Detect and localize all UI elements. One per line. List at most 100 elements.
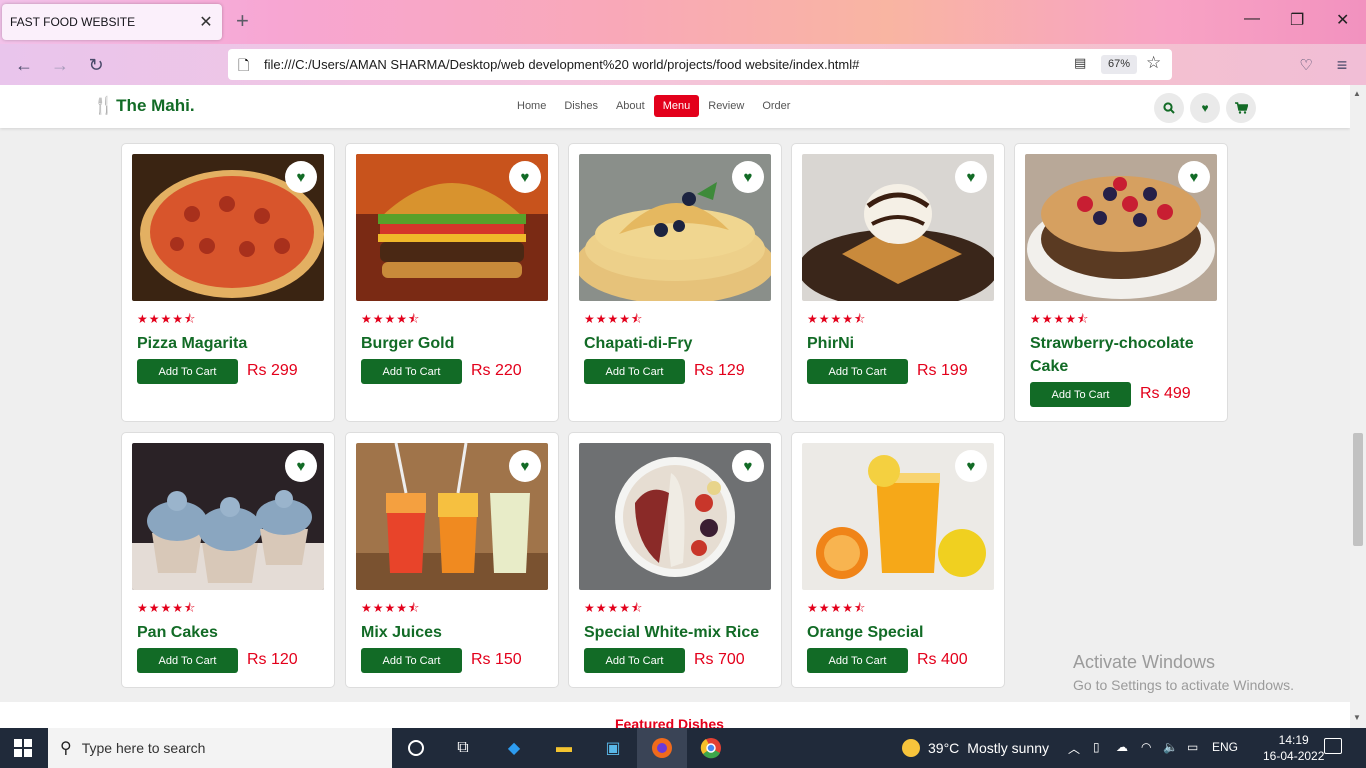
minimize-icon[interactable]: —	[1244, 10, 1260, 28]
cortana-icon[interactable]	[403, 735, 429, 761]
star-rating: ★★★★⯪	[361, 312, 421, 326]
vscode-icon[interactable]: ◆	[501, 735, 527, 761]
dish-name: Orange Special	[807, 624, 924, 641]
add-to-cart-button[interactable]: Add To Cart	[361, 359, 462, 384]
add-to-cart-button[interactable]: Add To Cart	[807, 359, 908, 384]
heart-icon[interactable]: ♥	[1178, 161, 1210, 193]
meet-now-icon[interactable]: ▯	[1093, 740, 1100, 754]
browser-tab[interactable]: FAST FOOD WEBSITE ✕	[2, 4, 222, 40]
search-icon: ⚲	[60, 740, 72, 757]
nav-link-menu[interactable]: Menu	[653, 95, 700, 117]
windows-taskbar: ⚲ Type here to search ⧉ ◆ ▬ ▣ 39°C Mostl…	[0, 728, 1366, 768]
reload-icon[interactable]: ↻	[84, 53, 108, 77]
address-bar[interactable]: 🗋 file:///C:/Users/AMAN SHARMA/Desktop/w…	[228, 49, 1172, 80]
star-rating: ★★★★⯪	[584, 601, 644, 615]
heart-icon[interactable]: ♥	[1190, 93, 1220, 123]
clock-time: 14:19	[1278, 733, 1309, 747]
search-icon[interactable]	[1154, 93, 1184, 123]
notification-icon[interactable]	[1324, 738, 1342, 754]
taskbar-clock[interactable]: 14:19 16-04-2022	[1263, 732, 1324, 764]
heart-icon[interactable]: ♥	[509, 450, 541, 482]
heart-icon[interactable]: ♥	[732, 450, 764, 482]
dish-name: Chapati-di-Fry	[584, 335, 693, 352]
heart-icon[interactable]: ♥	[285, 450, 317, 482]
forward-arrow-icon[interactable]: →	[48, 53, 72, 77]
reader-view-icon[interactable]: ▤	[1074, 55, 1086, 71]
close-window-icon[interactable]: ✕	[1336, 10, 1349, 30]
menu-card: ♥ ★★★★⯪ Pizza Magarita Add To Cart Rs 29…	[121, 143, 335, 422]
tab-close-icon[interactable]: ✕	[198, 12, 214, 32]
menu-card: ♥ ★★★★⯪ Mix Juices Add To Cart Rs 150	[345, 432, 559, 688]
heart-icon[interactable]: ♥	[955, 161, 987, 193]
star-rating: ★★★★⯪	[807, 312, 867, 326]
activate-title: Activate Windows	[1073, 652, 1216, 672]
taskbar-search-placeholder: Type here to search	[81, 740, 206, 756]
scroll-down-arrow-icon[interactable]: ▼	[1353, 713, 1361, 722]
wifi-icon[interactable]: ◠	[1141, 740, 1151, 754]
nav-link-order[interactable]: Order	[753, 95, 799, 117]
tray-chevron-icon[interactable]: ︿	[1068, 740, 1080, 757]
web-page: 🍴 The Mahi. Home Dishes About Menu Review…	[0, 85, 1350, 728]
add-to-cart-button[interactable]: Add To Cart	[137, 648, 238, 673]
pocket-icon[interactable]: ♡	[1294, 53, 1318, 77]
add-to-cart-button[interactable]: Add To Cart	[584, 648, 685, 673]
dish-price: Rs 400	[917, 651, 968, 668]
section-title-partial: Featured Dishes	[615, 716, 724, 728]
nav-link-about[interactable]: About	[607, 95, 654, 117]
dish-name: Burger Gold	[361, 335, 455, 352]
tab-title: FAST FOOD WEBSITE	[10, 15, 136, 29]
dish-price: Rs 129	[694, 362, 745, 379]
site-header: 🍴 The Mahi. Home Dishes About Menu Review…	[0, 85, 1350, 128]
star-rating: ★★★★⯪	[807, 601, 867, 615]
onedrive-icon[interactable]: ☁	[1116, 740, 1128, 754]
bookmark-star-icon[interactable]: ☆	[1146, 53, 1161, 73]
chrome-icon[interactable]	[698, 735, 724, 761]
next-section: Featured Dishes	[0, 702, 1350, 728]
add-to-cart-button[interactable]: Add To Cart	[807, 648, 908, 673]
heart-icon[interactable]: ♥	[285, 161, 317, 193]
cart-icon[interactable]	[1226, 93, 1256, 123]
star-rating: ★★★★⯪	[137, 312, 197, 326]
firefox-icon[interactable]	[649, 735, 675, 761]
add-to-cart-button[interactable]: Add To Cart	[137, 359, 238, 384]
input-language[interactable]: ENG	[1212, 740, 1238, 754]
add-to-cart-button[interactable]: Add To Cart	[361, 648, 462, 673]
battery-icon[interactable]: ▭	[1187, 740, 1198, 754]
add-to-cart-button[interactable]: Add To Cart	[1030, 382, 1131, 407]
dish-name: Strawberry-chocolate Cake	[1030, 335, 1194, 375]
menu-card: ♥ ★★★★⯪ Pan Cakes Add To Cart Rs 120	[121, 432, 335, 688]
dish-name: PhirNi	[807, 335, 855, 352]
nav-link-home[interactable]: Home	[508, 95, 555, 117]
heart-icon[interactable]: ♥	[732, 161, 764, 193]
dish-price: Rs 150	[471, 651, 522, 668]
volume-icon[interactable]: 🔈	[1163, 740, 1178, 754]
nav-link-review[interactable]: Review	[699, 95, 753, 117]
back-arrow-icon[interactable]: ←	[12, 53, 36, 77]
dish-name: Special White-mix Rice	[584, 624, 760, 641]
add-to-cart-button[interactable]: Add To Cart	[584, 359, 685, 384]
zoom-level-badge[interactable]: 67%	[1101, 55, 1137, 74]
utensils-icon: 🍴	[93, 96, 115, 115]
site-logo[interactable]: 🍴 The Mahi.	[93, 96, 195, 116]
scroll-up-arrow-icon[interactable]: ▲	[1353, 89, 1361, 98]
heart-icon[interactable]: ♥	[509, 161, 541, 193]
new-tab-button[interactable]: +	[236, 10, 249, 32]
page-scrollbar[interactable]: ▲ ▼	[1350, 85, 1366, 728]
paint-icon[interactable]: ▣	[600, 735, 626, 761]
windows-start-icon[interactable]	[14, 739, 32, 757]
menu-card: ♥ ★★★★⯪ Special White-mix Rice Add To Ca…	[568, 432, 782, 688]
weather-description: Mostly sunny	[967, 740, 1049, 756]
menu-hamburger-icon[interactable]: ≡	[1330, 53, 1354, 77]
weather-widget[interactable]: 39°C Mostly sunny	[902, 739, 1049, 757]
star-rating: ★★★★⯪	[361, 601, 421, 615]
file-explorer-icon[interactable]: ▬	[551, 735, 577, 761]
scroll-thumb[interactable]	[1353, 433, 1363, 546]
logo-text: The Mahi.	[116, 96, 195, 115]
heart-icon[interactable]: ♥	[955, 450, 987, 482]
task-view-icon[interactable]: ⧉	[450, 735, 476, 761]
restore-icon[interactable]: ❐	[1290, 10, 1304, 30]
sun-icon	[902, 739, 920, 757]
nav-link-dishes[interactable]: Dishes	[555, 95, 607, 117]
taskbar-search-box[interactable]: ⚲ Type here to search	[48, 728, 392, 768]
menu-card: ♥ ★★★★⯪ PhirNi Add To Cart Rs 199	[791, 143, 1005, 422]
